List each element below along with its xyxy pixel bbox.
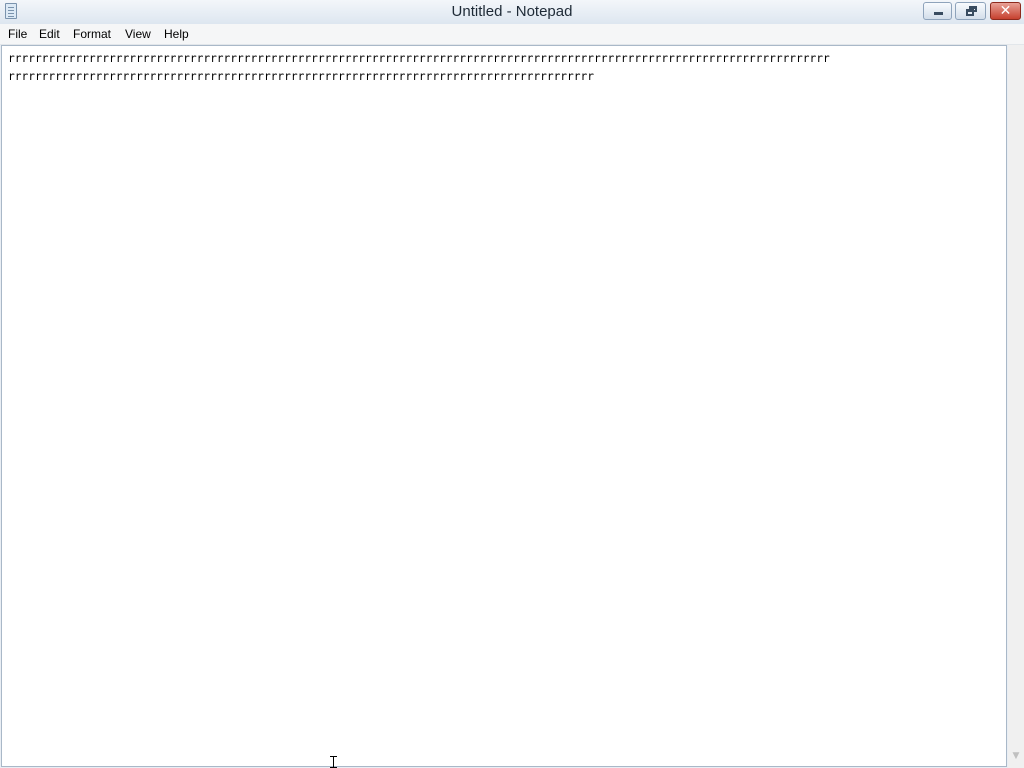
- menu-view[interactable]: View: [124, 26, 152, 42]
- restore-icon: [966, 6, 977, 16]
- menu-help[interactable]: Help: [163, 26, 190, 42]
- restore-button[interactable]: [955, 2, 986, 20]
- chevron-down-icon[interactable]: ▼: [1011, 751, 1021, 761]
- minimize-icon: [934, 12, 943, 15]
- notepad-window: Untitled - Notepad ✕ File Edit Format Vi…: [0, 0, 1024, 768]
- text-editor[interactable]: rrrrrrrrrrrrrrrrrrrrrrrrrrrrrrrrrrrrrrrr…: [1, 45, 1007, 767]
- editor-line-1: rrrrrrrrrrrrrrrrrrrrrrrrrrrrrrrrrrrrrrrr…: [8, 52, 830, 65]
- close-icon: ✕: [999, 3, 1012, 19]
- editor-line-2: rrrrrrrrrrrrrrrrrrrrrrrrrrrrrrrrrrrrrrrr…: [8, 70, 594, 83]
- close-button[interactable]: ✕: [990, 2, 1021, 20]
- title-bar[interactable]: Untitled - Notepad ✕: [0, 0, 1024, 25]
- text-cursor-icon: [329, 756, 338, 768]
- menu-file[interactable]: File: [7, 26, 28, 42]
- menu-bar: File Edit Format View Help: [0, 24, 1024, 45]
- menu-edit[interactable]: Edit: [38, 26, 61, 42]
- vertical-scrollbar[interactable]: ▼: [1008, 45, 1024, 768]
- minimize-button[interactable]: [923, 2, 952, 20]
- menu-format[interactable]: Format: [72, 26, 112, 42]
- window-title: Untitled - Notepad: [451, 3, 573, 20]
- editor-content[interactable]: rrrrrrrrrrrrrrrrrrrrrrrrrrrrrrrrrrrrrrrr…: [8, 50, 830, 86]
